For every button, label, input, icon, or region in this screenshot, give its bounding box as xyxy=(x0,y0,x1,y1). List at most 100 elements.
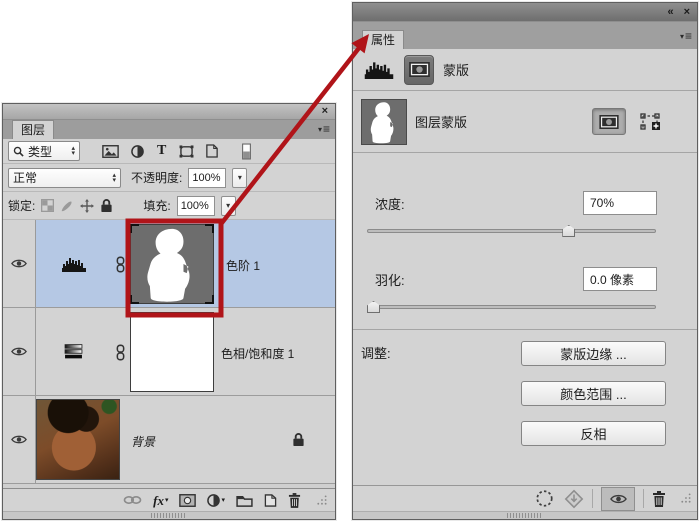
disable-mask-button[interactable] xyxy=(601,487,635,511)
lock-position-icon[interactable] xyxy=(80,199,94,213)
refine-label: 调整: xyxy=(361,343,391,362)
add-vector-mask-button[interactable] xyxy=(635,109,665,135)
invert-button[interactable]: 反相 xyxy=(521,421,666,446)
fill-input[interactable]: 100% xyxy=(177,196,215,216)
filter-smart-objects-icon[interactable] xyxy=(206,144,218,158)
layer-mask-label: 图层蒙版 xyxy=(415,112,467,131)
tab-properties[interactable]: 属性 xyxy=(362,30,404,49)
filter-adjustment-layers-icon[interactable] xyxy=(131,145,144,158)
menu-lines-icon: ≡ xyxy=(685,29,691,43)
apply-mask-icon[interactable] xyxy=(564,489,584,509)
layer-mask-thumbnail[interactable] xyxy=(130,224,214,304)
visibility-toggle[interactable] xyxy=(3,396,36,483)
layer-row-content[interactable]: 色阶 1 xyxy=(36,220,335,307)
fill-label: 填充: xyxy=(143,197,170,214)
filter-type-layers-icon[interactable]: T xyxy=(157,144,166,158)
pixel-mask-mode-button[interactable] xyxy=(404,55,434,85)
drag-handle[interactable] xyxy=(507,513,543,518)
layer-row-hue-saturation[interactable]: 色相/饱和度 1 xyxy=(3,308,335,396)
layers-toolbar: fx▾ ▾ xyxy=(3,488,335,511)
mask-selected-corner xyxy=(205,295,214,304)
add-layer-mask-icon[interactable] xyxy=(179,494,196,507)
panel-drag-strip[interactable] xyxy=(3,511,335,519)
close-icon[interactable]: × xyxy=(684,7,690,18)
visibility-toggle[interactable] xyxy=(3,308,36,395)
layer-name[interactable]: 色阶 1 xyxy=(226,257,260,274)
mask-silhouette xyxy=(362,100,406,144)
properties-panel: « × 属性 ▾ ≡ 蒙版 图层蒙版 xyxy=(352,2,698,520)
lock-all-icon[interactable] xyxy=(100,198,113,213)
layer-row-background[interactable]: 背景 xyxy=(3,396,335,484)
eye-icon xyxy=(11,434,27,445)
filter-shape-layers-icon[interactable] xyxy=(179,145,194,158)
background-layer-thumbnail[interactable] xyxy=(36,399,120,480)
close-icon[interactable]: × xyxy=(322,106,328,117)
filter-switch-icon[interactable] xyxy=(242,143,251,160)
opacity-input[interactable]: 100% xyxy=(188,168,226,188)
properties-tab-bar: 属性 ▾ ≡ xyxy=(353,22,697,49)
lock-pixels-icon[interactable] xyxy=(60,199,74,213)
slider-track[interactable] xyxy=(367,229,656,233)
mask-edge-button[interactable]: 蒙版边缘 ... xyxy=(521,341,666,366)
feather-slider[interactable] xyxy=(367,300,656,313)
mask-link-icon[interactable] xyxy=(116,256,125,273)
mask-preview-thumbnail[interactable] xyxy=(361,99,407,145)
density-input[interactable]: 70% xyxy=(583,191,657,215)
filter-pixel-layers-icon[interactable] xyxy=(102,145,119,158)
load-selection-from-mask-icon[interactable] xyxy=(535,489,554,508)
vector-mask-icon xyxy=(640,113,660,131)
mask-link-icon[interactable] xyxy=(116,344,125,361)
panel-drag-strip[interactable] xyxy=(353,511,697,519)
delete-layer-icon[interactable] xyxy=(288,493,301,508)
filter-type-select[interactable]: 类型 ▴▾ xyxy=(8,141,80,161)
divider xyxy=(592,489,593,508)
link-layers-icon[interactable] xyxy=(123,495,142,505)
feather-input[interactable]: 0.0 像素 xyxy=(583,267,657,291)
layer-style-icon[interactable]: fx▾ xyxy=(153,494,168,507)
opacity-dropdown-icon[interactable]: ▾ xyxy=(232,168,247,188)
mask-properties-body: 浓度: 70% 羽化: 0.0 像素 调整: 蒙版边缘 ... 颜色范围 ...… xyxy=(353,153,697,485)
layer-name[interactable]: 背景 xyxy=(131,433,155,450)
blend-mode-select[interactable]: 正常 ▴▾ xyxy=(8,168,121,188)
drag-handle[interactable] xyxy=(151,513,187,518)
layer-name[interactable]: 色相/饱和度 1 xyxy=(221,345,294,362)
new-layer-icon[interactable] xyxy=(264,494,277,507)
fx-arrow-icon: ▾ xyxy=(165,496,169,504)
lock-fill-row: 锁定: 填充: 100% ▾ xyxy=(3,192,335,220)
feather-label: 羽化: xyxy=(375,270,405,289)
delete-mask-icon[interactable] xyxy=(652,491,666,507)
properties-panel-titlebar: « × xyxy=(353,3,697,22)
color-range-button[interactable]: 颜色范围 ... xyxy=(521,381,666,406)
blend-opacity-row: 正常 ▴▾ 不透明度: 100% ▾ xyxy=(3,164,335,192)
layer-mask-thumbnail[interactable] xyxy=(130,312,214,392)
layer-row-content[interactable]: 背景 xyxy=(36,396,335,483)
fill-dropdown-icon[interactable]: ▾ xyxy=(221,196,236,216)
lock-transparency-icon[interactable] xyxy=(41,199,54,212)
collapse-panel-icon[interactable]: « xyxy=(667,7,673,18)
visibility-toggle[interactable] xyxy=(3,220,36,307)
layer-row-content[interactable]: 色相/饱和度 1 xyxy=(36,308,335,395)
histogram-icon xyxy=(363,60,395,79)
spinner-arrows-icon: ▴▾ xyxy=(112,173,116,183)
new-adjustment-layer-icon[interactable]: ▾ xyxy=(207,494,225,507)
resize-grip-icon[interactable] xyxy=(316,495,327,506)
panel-menu-icon[interactable]: ▾ ≡ xyxy=(680,29,691,43)
feather-slider-thumb[interactable] xyxy=(367,301,380,313)
layer-row-levels[interactable]: 色阶 1 xyxy=(3,220,335,308)
levels-adjustment-icon[interactable] xyxy=(62,256,86,272)
tab-layers[interactable]: 图层 xyxy=(12,120,54,139)
select-pixel-mask-button[interactable] xyxy=(592,108,626,135)
density-slider-thumb[interactable] xyxy=(562,225,575,237)
eye-icon xyxy=(11,346,27,357)
layers-list: 色阶 1 色相/饱和度 1 xyxy=(3,220,335,488)
new-group-icon[interactable] xyxy=(236,494,253,507)
resize-grip-icon[interactable] xyxy=(680,493,691,504)
masks-bottom-toolbar xyxy=(353,485,697,511)
eye-icon xyxy=(610,493,627,505)
masks-header: 蒙版 xyxy=(353,49,697,90)
hue-saturation-adjustment-icon[interactable] xyxy=(64,343,83,360)
layers-panel: × 图层 ▾ ≡ 类型 ▴▾ T xyxy=(2,103,336,520)
slider-track[interactable] xyxy=(367,305,656,309)
density-slider[interactable] xyxy=(367,224,656,237)
panel-menu-icon[interactable]: ▾ ≡ xyxy=(318,122,329,136)
